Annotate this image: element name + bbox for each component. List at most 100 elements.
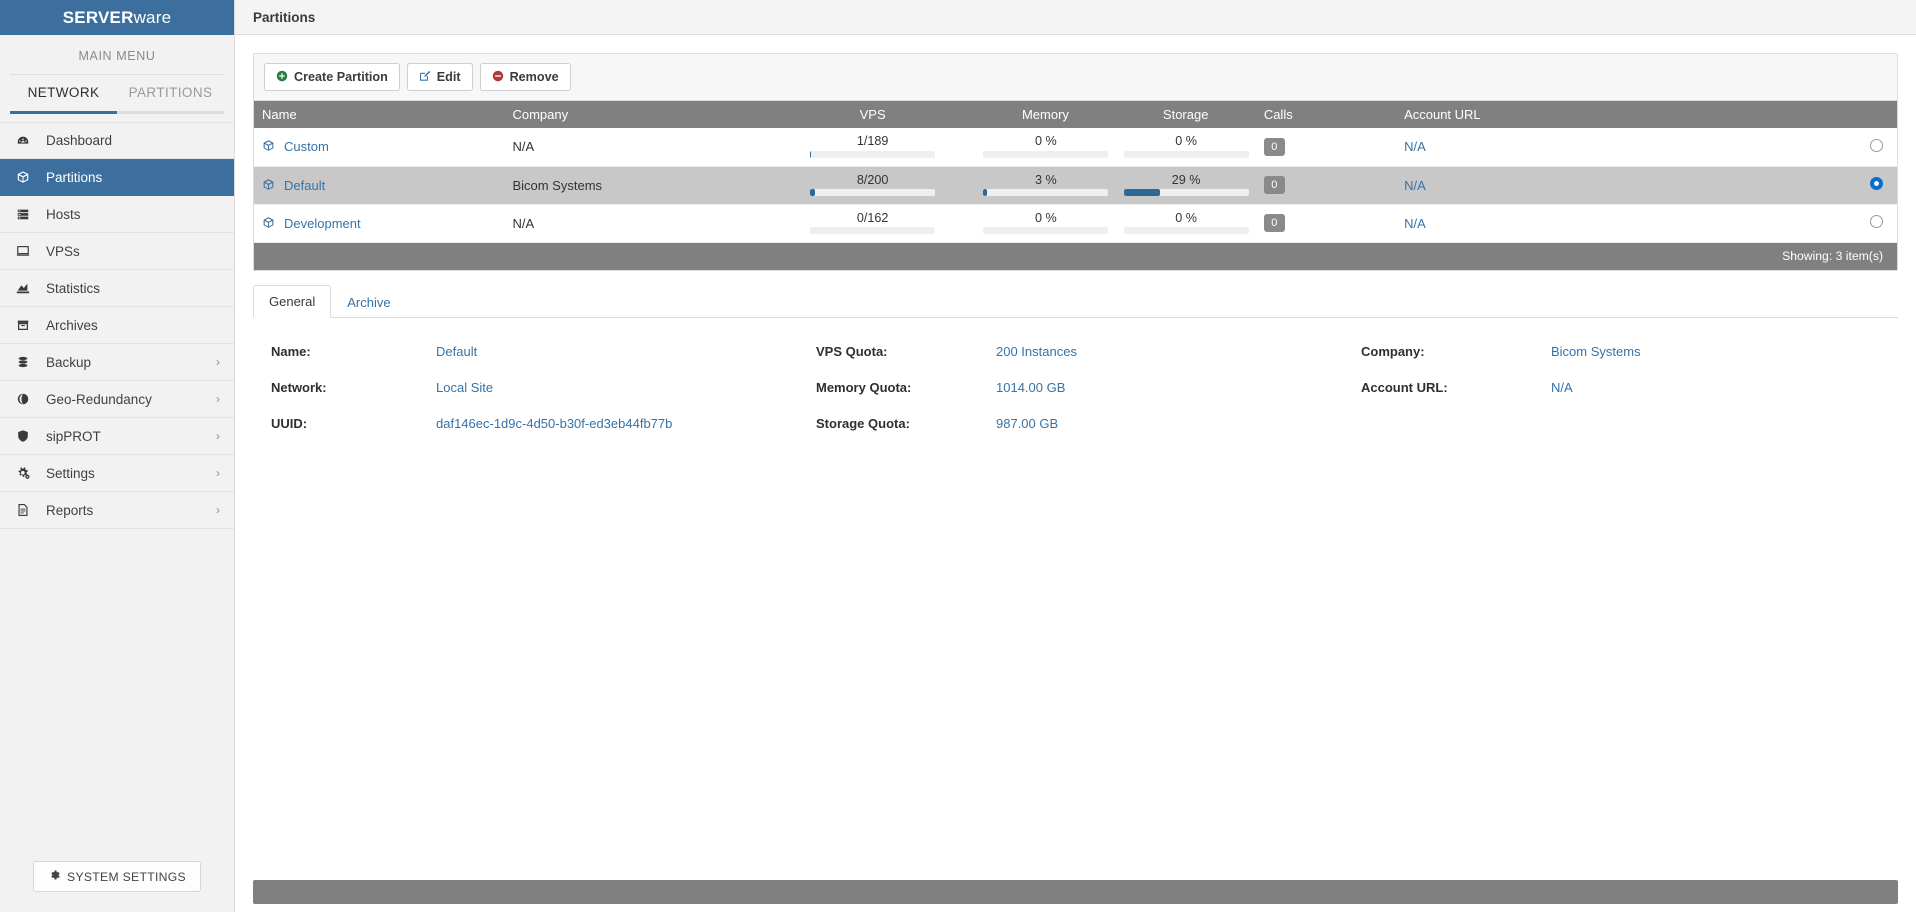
- dashboard-icon: [16, 134, 38, 148]
- database-icon: [16, 355, 38, 369]
- tab-archive[interactable]: Archive: [331, 286, 406, 318]
- chevron-right-icon: ›: [216, 466, 220, 480]
- detail-value[interactable]: 200 Instances: [996, 344, 1077, 359]
- remove-button[interactable]: Remove: [479, 63, 571, 91]
- sidebar-item-reports[interactable]: Reports ›: [0, 492, 234, 529]
- detail-row-company: Company: Bicom Systems: [1361, 344, 1791, 359]
- account-url-link[interactable]: N/A: [1404, 178, 1426, 193]
- detail-value[interactable]: N/A: [1551, 380, 1573, 395]
- system-settings-container: SYSTEM SETTINGS: [0, 847, 234, 912]
- detail-value[interactable]: Default: [436, 344, 477, 359]
- vps-meter-fill: [810, 189, 816, 197]
- row-radio[interactable]: [1870, 215, 1883, 228]
- monitor-icon: [16, 244, 38, 258]
- vps-meter-fill: [810, 151, 812, 159]
- sidebar-segment-tabs: NETWORK PARTITIONS: [10, 75, 224, 114]
- detail-label: Company:: [1361, 343, 1425, 359]
- sidebar-tab-partitions[interactable]: PARTITIONS: [117, 75, 224, 114]
- vps-value: 0/162: [856, 210, 889, 225]
- memory-meter: [983, 189, 1109, 197]
- column-header-calls[interactable]: Calls: [1255, 101, 1397, 128]
- column-header-account-url[interactable]: Account URL: [1396, 101, 1837, 128]
- grid-item-count: Showing: 3 item(s): [1782, 249, 1883, 263]
- sidebar-item-statistics[interactable]: Statistics: [0, 270, 234, 307]
- system-settings-button[interactable]: SYSTEM SETTINGS: [33, 861, 201, 892]
- cell-name: Custom: [254, 128, 505, 167]
- details-column-2: VPS Quota: 200 Instances Memory Quota: 1…: [816, 344, 1361, 431]
- cell-select: [1836, 166, 1897, 205]
- sidebar-item-label: Statistics: [46, 280, 101, 296]
- detail-value[interactable]: 1014.00 GB: [996, 380, 1065, 395]
- sidebar-item-hosts[interactable]: Hosts: [0, 196, 234, 233]
- storage-meter: [1123, 151, 1249, 159]
- storage-meter: [1123, 227, 1249, 235]
- sidebar-item-label: VPSs: [46, 243, 80, 259]
- chevron-right-icon: ›: [216, 429, 220, 443]
- table-row[interactable]: Default Bicom Systems 8/200 3 % 29 % 0 N…: [254, 166, 1897, 205]
- remove-circle-icon: [492, 70, 504, 84]
- sidebar-item-sipprot[interactable]: sipPROT ›: [0, 418, 234, 455]
- table-row[interactable]: Custom N/A 1/189 0 % 0 % 0 N/A: [254, 128, 1897, 167]
- sidebar-item-backup[interactable]: Backup ›: [0, 344, 234, 381]
- create-partition-button[interactable]: Create Partition: [264, 63, 400, 91]
- detail-label: Account URL:: [1361, 379, 1448, 395]
- partition-name-link[interactable]: Development: [284, 216, 361, 231]
- partition-name-link[interactable]: Default: [284, 178, 325, 193]
- column-header-storage[interactable]: Storage: [1115, 101, 1256, 128]
- partition-name-link[interactable]: Custom: [284, 139, 329, 154]
- column-header-memory[interactable]: Memory: [975, 101, 1116, 128]
- cell-company: N/A: [504, 128, 770, 167]
- page-title: Partitions: [235, 0, 1916, 35]
- detail-row-account-url: Account URL: N/A: [1361, 380, 1791, 395]
- memory-meter: [983, 227, 1109, 235]
- detail-value[interactable]: 987.00 GB: [996, 416, 1058, 431]
- edit-pencil-icon: [419, 70, 431, 84]
- sidebar-item-geo-redundancy[interactable]: Geo-Redundancy ›: [0, 381, 234, 418]
- server-rack-icon: [16, 207, 38, 221]
- details-panel: General Archive Name: Default Network: L…: [253, 284, 1898, 449]
- account-url-link[interactable]: N/A: [1404, 216, 1426, 231]
- column-header-name[interactable]: Name: [254, 101, 505, 128]
- table-row[interactable]: Development N/A 0/162 0 % 0 % 0 N/A: [254, 204, 1897, 243]
- detail-value[interactable]: Local Site: [436, 380, 493, 395]
- details-column-3: Company: Bicom Systems Account URL: N/A: [1361, 344, 1791, 431]
- status-bar: [253, 880, 1898, 904]
- detail-value[interactable]: daf146ec-1d9c-4d50-b30f-ed3eb44fb77b: [436, 416, 672, 431]
- sidebar-item-partitions[interactable]: Partitions: [0, 159, 234, 196]
- cube-icon: [262, 216, 275, 231]
- main-area: Partitions Create Partition Edit Remove …: [235, 0, 1916, 912]
- cell-name: Development: [254, 204, 505, 243]
- archive-box-icon: [16, 318, 38, 332]
- app-root: SERVER ware MAIN MENU NETWORK PARTITIONS …: [0, 0, 1916, 912]
- column-header-company[interactable]: Company: [504, 101, 770, 128]
- account-url-link[interactable]: N/A: [1404, 139, 1426, 154]
- cell-account-url: N/A: [1396, 204, 1837, 243]
- globe-icon: [16, 392, 38, 406]
- sidebar-item-archives[interactable]: Archives: [0, 307, 234, 344]
- cell-memory: 0 %: [975, 204, 1116, 243]
- sidebar-item-label: Settings: [46, 465, 95, 481]
- column-header-vps[interactable]: VPS: [769, 101, 976, 128]
- calls-badge: 0: [1263, 137, 1285, 156]
- memory-meter: [983, 151, 1109, 159]
- storage-value: 29 %: [1171, 172, 1201, 187]
- cell-name: Default: [254, 166, 505, 205]
- row-radio-selected[interactable]: [1870, 177, 1883, 190]
- edit-button[interactable]: Edit: [406, 63, 473, 91]
- sidebar-tab-network[interactable]: NETWORK: [10, 75, 117, 114]
- sidebar-nav: Dashboard Partitions Hosts VPSs Statisti…: [0, 122, 234, 529]
- vps-meter: [810, 189, 936, 197]
- sidebar-item-label: Geo-Redundancy: [46, 391, 152, 407]
- sidebar-item-vpss[interactable]: VPSs: [0, 233, 234, 270]
- detail-value[interactable]: Bicom Systems: [1551, 344, 1641, 359]
- sidebar-item-settings[interactable]: Settings ›: [0, 455, 234, 492]
- cell-storage: 0 %: [1115, 128, 1256, 167]
- grid-toolbar: Create Partition Edit Remove: [254, 54, 1897, 101]
- sidebar-item-dashboard[interactable]: Dashboard: [0, 122, 234, 159]
- partitions-panel: Create Partition Edit Remove Name Compan…: [253, 53, 1898, 271]
- row-radio[interactable]: [1870, 138, 1883, 152]
- brand-logo[interactable]: SERVER ware: [0, 0, 234, 35]
- cell-account-url: N/A: [1396, 128, 1837, 167]
- tab-general[interactable]: General: [253, 284, 332, 318]
- detail-label: Network:: [271, 379, 327, 395]
